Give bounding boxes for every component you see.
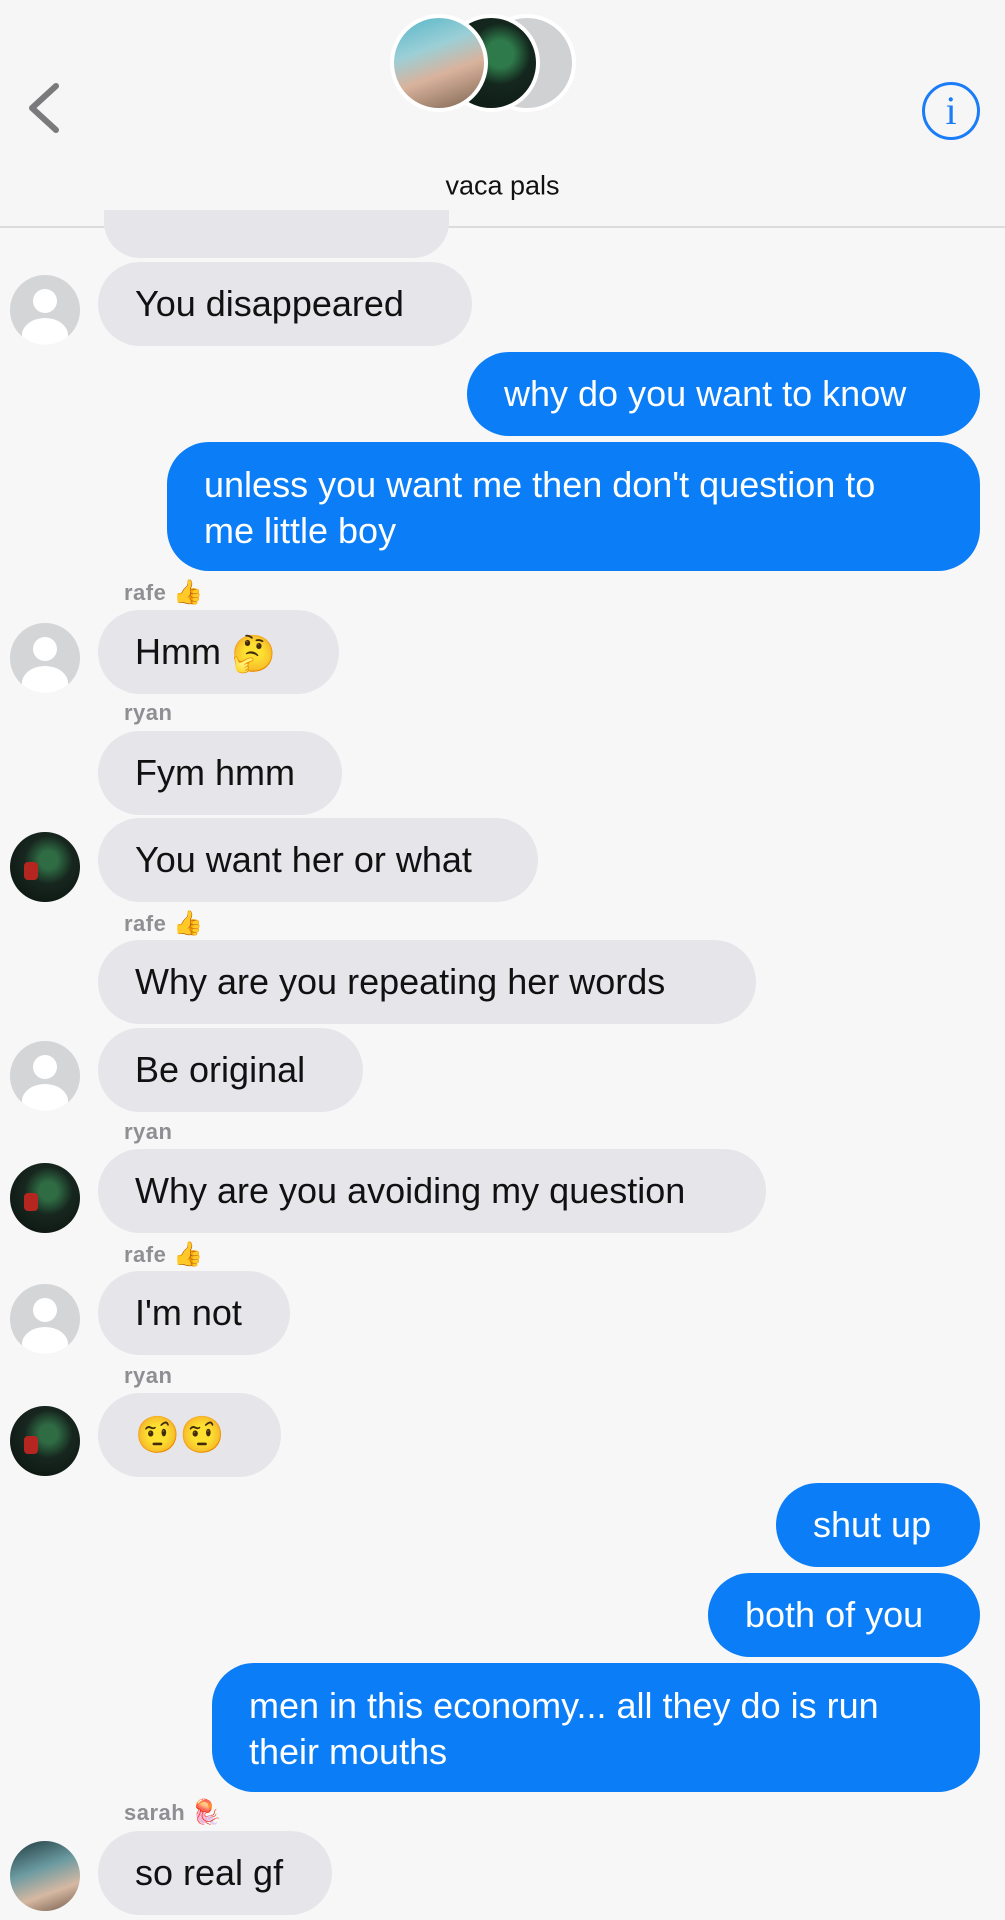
message-bubble[interactable]: Hmm 🤔 — [98, 610, 339, 694]
avatar[interactable] — [10, 275, 80, 345]
sender-name: ryan — [124, 1363, 173, 1388]
info-button[interactable]: i — [922, 82, 980, 140]
avatar[interactable] — [10, 623, 80, 693]
message-bubble[interactable]: why do you want to know — [467, 352, 980, 436]
message-bubble[interactable]: You want her or what — [98, 818, 538, 902]
message-bubble[interactable]: so real gf — [98, 1831, 332, 1915]
message-bubble[interactable]: Fym hmm — [98, 731, 342, 815]
message-bubble[interactable]: 🤨🤨 — [98, 1393, 281, 1477]
message-bubble[interactable]: You disappeared — [98, 262, 472, 346]
sender-name: ryan — [124, 1119, 173, 1144]
thinking-face-icon: 🤔 — [231, 633, 276, 675]
message-bubble[interactable]: unless you want me then don't question t… — [167, 442, 980, 571]
sender-name: rafe 👍 — [124, 910, 204, 937]
message-bubble[interactable]: Be original — [98, 1028, 363, 1112]
message-bubble[interactable]: both of you — [708, 1573, 980, 1657]
avatar[interactable] — [10, 1284, 80, 1354]
conversation-header: i vaca pals — [0, 0, 1005, 228]
avatar[interactable] — [10, 1163, 80, 1233]
message-bubble-partial — [104, 210, 449, 258]
message-bubble[interactable]: shut up — [776, 1483, 980, 1567]
group-member-avatar — [390, 14, 488, 112]
thumbs-up-icon: 👍 — [172, 1241, 204, 1268]
group-avatar-stack[interactable] — [390, 10, 590, 120]
avatar[interactable] — [10, 1041, 80, 1111]
chevron-left-icon — [29, 83, 59, 133]
info-icon: i — [945, 88, 957, 133]
message-bubble[interactable]: I'm not — [98, 1271, 290, 1355]
avatar[interactable] — [10, 1406, 80, 1476]
thumbs-up-icon: 👍 — [172, 579, 204, 606]
avatar[interactable] — [10, 832, 80, 902]
message-bubble[interactable]: Why are you repeating her words — [98, 940, 756, 1024]
avatar[interactable] — [10, 1841, 80, 1911]
back-button[interactable] — [22, 78, 72, 138]
sender-name: rafe 👍 — [124, 579, 204, 606]
sender-name: sarah 🪼 — [124, 1799, 223, 1826]
conversation-title[interactable]: vaca pals — [0, 171, 1005, 202]
message-bubble[interactable]: Why are you avoiding my question — [98, 1149, 766, 1233]
sender-name: rafe 👍 — [124, 1241, 204, 1268]
sender-name: ryan — [124, 700, 173, 725]
thumbs-up-icon: 👍 — [172, 910, 204, 937]
raised-eyebrow-face-icon: 🤨🤨 — [135, 1414, 225, 1455]
message-bubble[interactable]: men in this economy... all they do is ru… — [212, 1663, 980, 1792]
jellyfish-icon: 🪼 — [191, 1799, 223, 1826]
